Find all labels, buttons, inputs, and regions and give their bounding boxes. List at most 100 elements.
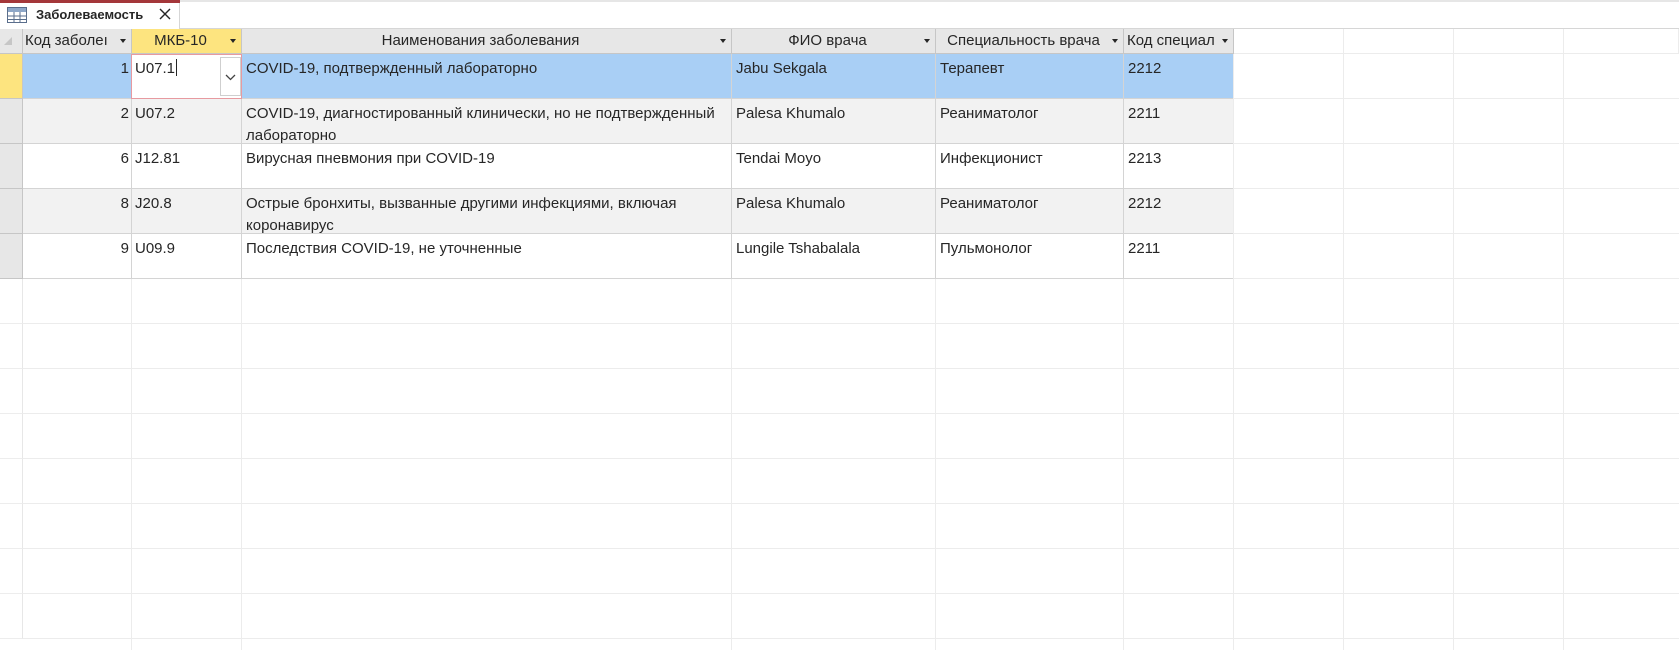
cell-doctor[interactable]: Palesa Khumalo: [732, 99, 936, 144]
cell-code[interactable]: 8: [23, 189, 132, 234]
empty-row-line: [1234, 233, 1679, 234]
empty-row-line: [23, 413, 1679, 414]
tab-active-accent: [0, 0, 180, 3]
sort-filter-dropdown-icon[interactable]: [230, 39, 236, 43]
cell-spec_code[interactable]: 2212: [1124, 189, 1234, 234]
tab-label: Заболеваемость: [36, 7, 144, 22]
cell-spec_code[interactable]: 2211: [1124, 99, 1234, 144]
mkb-editor-value[interactable]: U07.1: [135, 58, 178, 80]
sort-filter-dropdown-icon[interactable]: [924, 39, 930, 43]
cell-specialty[interactable]: Терапевт: [936, 54, 1124, 99]
cell-name[interactable]: Последствия COVID-19, не уточненные: [242, 234, 732, 279]
empty-row-line: [23, 323, 1679, 324]
cell-name[interactable]: Острые бронхиты, вызванные другими инфек…: [242, 189, 732, 234]
empty-column-line: [731, 279, 732, 650]
cell-mkb[interactable]: U07.2: [132, 99, 242, 144]
row-selector[interactable]: [0, 54, 23, 99]
column-header-doctor[interactable]: ФИО врача: [732, 29, 936, 54]
sort-filter-dropdown-icon[interactable]: [120, 39, 126, 43]
empty-row-line: [23, 503, 1679, 504]
sort-filter-dropdown-icon[interactable]: [1222, 39, 1228, 43]
empty-row-selector: [0, 369, 23, 414]
document-tab-strip: Заболеваемость: [0, 0, 1679, 30]
table-icon: [7, 7, 27, 23]
combo-dropdown-button[interactable]: [220, 57, 241, 96]
column-header-spec_code[interactable]: Код специал: [1124, 29, 1234, 54]
column-header-label: ФИО врача: [788, 32, 867, 49]
cell-spec_code[interactable]: 2212: [1124, 54, 1234, 99]
column-header-specialty[interactable]: Специальность врача: [936, 29, 1124, 54]
table-row[interactable]: 2 U07.2 COVID-19, диагностированный клинич…: [23, 99, 1234, 144]
empty-row-selector: [0, 414, 23, 459]
select-all-mark: [4, 37, 12, 45]
cell-specialty[interactable]: Реаниматолог: [936, 99, 1124, 144]
select-all-corner[interactable]: [0, 29, 23, 54]
column-header-label: МКБ-10: [154, 32, 207, 49]
cell-name[interactable]: COVID-19, подтвержденный лабораторно: [242, 54, 732, 99]
cell-name[interactable]: COVID-19, диагностированный клинически, …: [242, 99, 732, 144]
empty-row-line: [1234, 143, 1679, 144]
datasheet-grid[interactable]: Код заболеı МКБ-10 Наименования заболевани…: [0, 29, 1679, 650]
cell-specialty[interactable]: Инфекционист: [936, 144, 1124, 189]
cell-spec_code[interactable]: 2211: [1124, 234, 1234, 279]
empty-row-line: [23, 638, 1679, 639]
empty-column-line: [935, 279, 936, 650]
empty-row-selector: [0, 279, 23, 324]
row-selector[interactable]: [0, 234, 23, 279]
row-selector[interactable]: [0, 99, 23, 144]
column-header-label: Код специал: [1127, 32, 1215, 49]
row-selector[interactable]: [0, 189, 23, 234]
cell-mkb[interactable]: J12.81: [132, 144, 242, 189]
cell-specialty[interactable]: Пульмонолог: [936, 234, 1124, 279]
column-header-mkb[interactable]: МКБ-10: [132, 29, 242, 54]
cell-name[interactable]: Вирусная пневмония при COVID-19: [242, 144, 732, 189]
empty-row-selector: [0, 549, 23, 594]
empty-row-line: [1234, 98, 1679, 99]
empty-header-cell: [1454, 29, 1564, 54]
column-header-code[interactable]: Код заболеı: [23, 29, 132, 54]
cell-code[interactable]: 6: [23, 144, 132, 189]
empty-row-selector: [0, 459, 23, 504]
empty-row-line: [23, 593, 1679, 594]
empty-header-cell: [1564, 29, 1679, 54]
tab-zabolevaemost[interactable]: Заболеваемость: [0, 0, 180, 30]
empty-column-line: [131, 279, 132, 650]
column-header-label: Специальность врача: [947, 32, 1100, 49]
sort-filter-dropdown-icon[interactable]: [1112, 39, 1118, 43]
empty-row-line: [1234, 188, 1679, 189]
tab-strip-top-border: [0, 0, 1679, 2]
cell-code[interactable]: 9: [23, 234, 132, 279]
column-header-label: Наименования заболевания: [381, 32, 580, 49]
sort-filter-dropdown-icon[interactable]: [720, 39, 726, 43]
table-row[interactable]: 8 J20.8 Острые бронхиты, вызванные другими…: [23, 189, 1234, 234]
empty-column-line: [1123, 279, 1124, 650]
empty-row-selector: [0, 504, 23, 549]
mkb-combo-editor[interactable]: U07.1: [131, 54, 242, 99]
empty-row-line: [1234, 278, 1679, 279]
empty-row-line: [23, 368, 1679, 369]
column-header-label: Код заболеı: [25, 32, 108, 49]
cell-doctor[interactable]: Jabu Sekgala: [732, 54, 936, 99]
empty-header-cell: [1344, 29, 1454, 54]
empty-column-line: [241, 279, 242, 650]
close-icon[interactable]: [156, 5, 174, 23]
table-row[interactable]: 9 U09.9 Последствия COVID-19, не уточненны…: [23, 234, 1234, 279]
empty-row-line: [23, 458, 1679, 459]
cell-doctor[interactable]: Lungile Tshabalala: [732, 234, 936, 279]
cell-code[interactable]: 2: [23, 99, 132, 144]
cell-doctor[interactable]: Palesa Khumalo: [732, 189, 936, 234]
cell-code[interactable]: 1: [23, 54, 132, 99]
empty-row-selector: [0, 324, 23, 369]
text-caret: [176, 59, 178, 76]
column-header-name[interactable]: Наименования заболевания: [242, 29, 732, 54]
table-row[interactable]: 6 J12.81 Вирусная пневмония при COVID-19 Te…: [23, 144, 1234, 189]
cell-doctor[interactable]: Tendai Moyo: [732, 144, 936, 189]
cell-spec_code[interactable]: 2213: [1124, 144, 1234, 189]
empty-header-cell: [1234, 29, 1344, 54]
empty-row-selector: [0, 594, 23, 639]
row-selector[interactable]: [0, 144, 23, 189]
cell-specialty[interactable]: Реаниматолог: [936, 189, 1124, 234]
cell-mkb[interactable]: U09.9: [132, 234, 242, 279]
mkb-editor-text: U07.1: [135, 60, 176, 77]
cell-mkb[interactable]: J20.8: [132, 189, 242, 234]
